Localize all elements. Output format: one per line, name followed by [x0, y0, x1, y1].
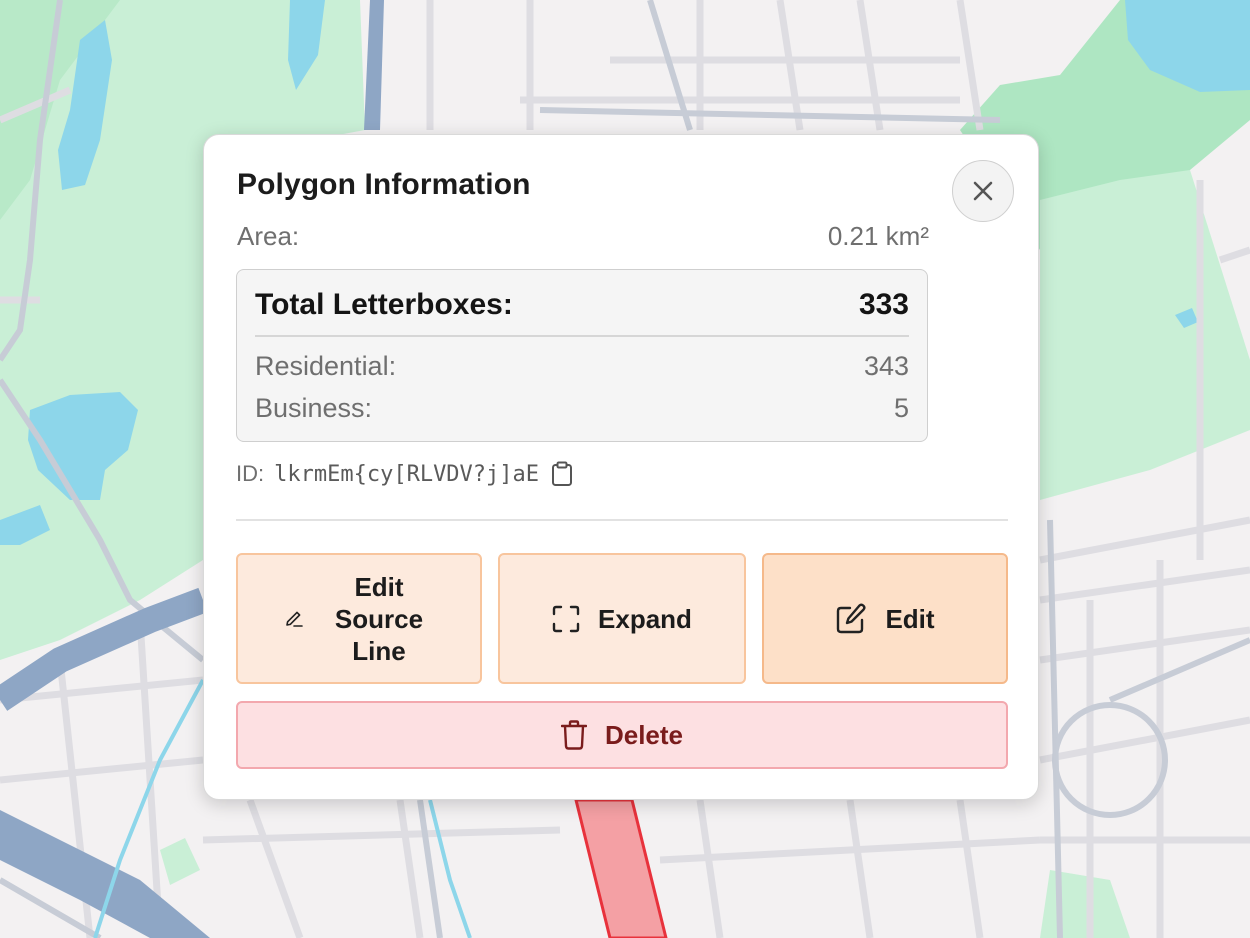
area-value: 0.21 km²: [827, 221, 929, 251]
business-row: Business: 5: [255, 393, 909, 424]
residential-row: Residential: 343: [255, 351, 909, 382]
delete-label: Delete: [604, 720, 684, 750]
popup-title: Polygon Information: [237, 168, 531, 201]
id-value[interactable]: lkrmEm{cy[RLVDV?j]aE: [274, 462, 539, 487]
letterbox-stats: Total Letterboxes: 333 Residential: 343 …: [236, 269, 928, 442]
selected-polygon[interactable]: [574, 798, 668, 938]
business-label: Business:: [255, 393, 373, 423]
park-area: [1040, 870, 1130, 938]
stats-divider: [255, 335, 909, 337]
business-value: 5: [893, 393, 909, 423]
delete-button[interactable]: Delete: [236, 701, 1008, 769]
close-button[interactable]: [952, 160, 1014, 222]
residential-label: Residential:: [255, 351, 397, 381]
edit-square-icon: [835, 603, 867, 635]
edit-label: Edit: [885, 603, 935, 634]
close-icon: [972, 180, 994, 202]
highway: [364, 0, 384, 130]
edit-source-line-button[interactable]: Edit Source Line: [236, 553, 482, 684]
id-row: ID: lkrmEm{cy[RLVDV?j]aE: [236, 461, 573, 487]
area-label: Area:: [237, 221, 300, 251]
total-letterboxes-row: Total Letterboxes: 333: [255, 288, 909, 322]
area-row: Area: 0.21 km²: [237, 221, 929, 252]
polygon-info-popup: Polygon Information Area: 0.21 km² Total…: [203, 134, 1039, 800]
pen-line-icon: [284, 609, 304, 629]
park-area: [160, 838, 200, 885]
total-letterboxes-label: Total Letterboxes:: [255, 288, 513, 321]
expand-button[interactable]: Expand: [498, 553, 746, 684]
clipboard-icon: [551, 461, 573, 487]
id-label: ID:: [236, 461, 265, 486]
total-letterboxes-value: 333: [858, 288, 909, 321]
expand-label: Expand: [598, 603, 692, 634]
section-divider: [236, 519, 1008, 521]
park-area: [1040, 170, 1250, 500]
edit-button[interactable]: Edit: [762, 553, 1008, 684]
copy-id-button[interactable]: [551, 461, 573, 487]
edit-source-line-label: Edit Source Line: [334, 571, 424, 666]
residential-value: 343: [863, 351, 909, 381]
trash-icon: [560, 720, 587, 750]
expand-icon: [552, 605, 580, 633]
